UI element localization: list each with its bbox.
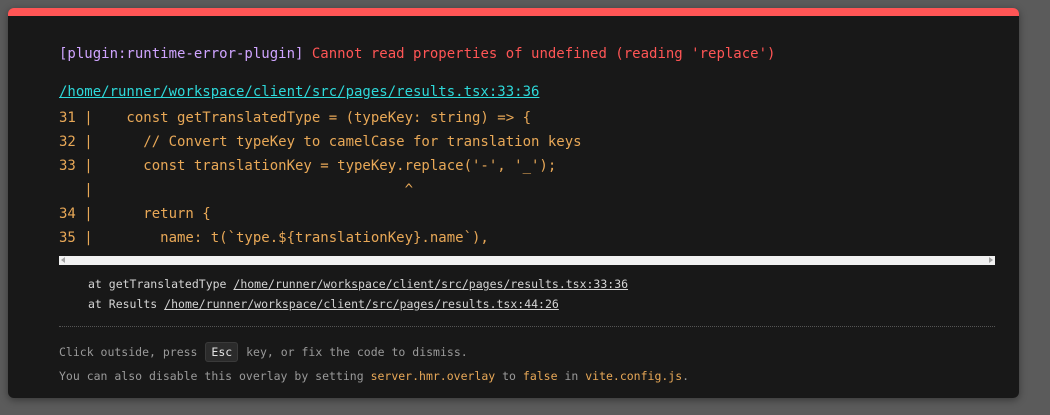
code-line: 34 | return { [59,206,211,222]
horizontal-scrollbar[interactable] [59,256,995,265]
stack-frame-link[interactable]: /home/runner/workspace/client/src/pages/… [233,277,628,291]
tip-code: server.hmr.overlay [370,369,496,383]
stack-frame: at Results /home/runner/workspace/client… [88,294,628,314]
stack-frame: at getTranslatedType /home/runner/worksp… [88,274,628,294]
stack-trace: at getTranslatedType /home/runner/worksp… [88,274,628,314]
stack-frame-fn: at getTranslatedType [88,277,234,291]
code-frame: 31 | const getTranslatedType = (typeKey:… [59,106,995,256]
code-line: 32 | // Convert typeKey to camelCase for… [59,134,582,150]
code-line: 33 | const translationKey = typeKey.repl… [59,158,557,174]
error-overlay-window: [plugin:runtime-error-plugin] Cannot rea… [8,8,1019,398]
error-text: Cannot read properties of undefined (rea… [311,46,776,62]
tip-text: key, or fix the code to dismiss. [239,345,468,359]
tip-text: to [495,369,523,383]
error-file-link[interactable]: /home/runner/workspace/client/src/pages/… [59,82,539,102]
stack-frame-fn: at Results [88,297,165,311]
code-line: 31 | const getTranslatedType = (typeKey:… [59,110,532,126]
tip-text: Click outside, press [59,345,205,359]
tip-code: false [522,369,558,383]
divider [59,326,995,327]
disable-tip: You can also disable this overlay by set… [59,366,689,386]
plugin-name: [plugin:runtime-error-plugin] [59,46,304,62]
code-line-caret: | ^ [59,182,414,198]
error-message: [plugin:runtime-error-plugin] Cannot rea… [59,44,775,64]
stack-frame-link[interactable]: /home/runner/workspace/client/src/pages/… [164,297,559,311]
scroll-left-icon[interactable] [61,257,65,263]
tip-text: in [557,369,586,383]
esc-key-badge: Esc [205,342,239,362]
dismiss-tip: Click outside, press Esc key, or fix the… [59,342,468,362]
code-line: 35 | name: t(`type.${translationKey}.nam… [59,230,489,246]
tip-code: vite.config.js [585,369,683,383]
tip-text: . [682,369,690,383]
scrollbar-thumb[interactable] [68,258,982,263]
scroll-right-icon[interactable] [989,257,993,263]
tip-text: You can also disable this overlay by set… [59,369,371,383]
